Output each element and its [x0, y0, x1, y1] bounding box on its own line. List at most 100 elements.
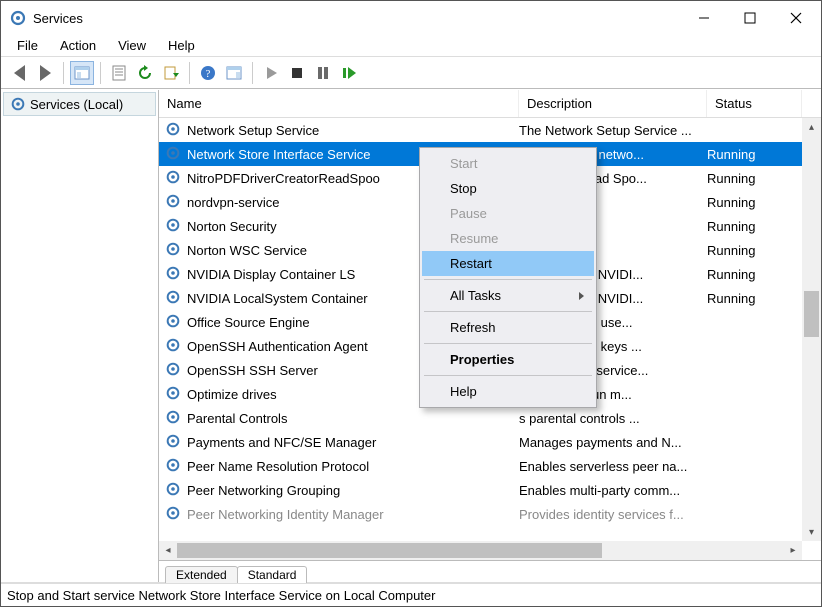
gear-icon: [165, 385, 183, 403]
context-menu-separator: [424, 343, 592, 344]
start-service-button[interactable]: [259, 61, 283, 85]
service-row[interactable]: Peer Networking Identity ManagerProvides…: [159, 502, 802, 526]
pause-icon: [315, 65, 331, 81]
service-row[interactable]: Payments and NFC/SE ManagerManages payme…: [159, 430, 802, 454]
scroll-up-button[interactable]: ▴: [802, 118, 821, 136]
vertical-scrollbar[interactable]: ▴ ▾: [802, 118, 821, 541]
gear-icon: [165, 457, 183, 475]
service-status: Running: [707, 267, 787, 282]
stop-icon: [289, 65, 305, 81]
service-row[interactable]: Peer Name Resolution ProtocolEnables ser…: [159, 454, 802, 478]
service-description: The Network Setup Service ...: [519, 123, 707, 138]
minimize-button[interactable]: [681, 3, 727, 33]
service-row[interactable]: Peer Networking GroupingEnables multi-pa…: [159, 478, 802, 502]
service-status: Running: [707, 243, 787, 258]
column-header-description[interactable]: Description: [519, 90, 707, 117]
service-row[interactable]: Parental Controlss parental controls ...: [159, 406, 802, 430]
tab-standard[interactable]: Standard: [237, 566, 308, 583]
refresh-icon: [137, 65, 153, 81]
scroll-thumb[interactable]: [804, 291, 819, 337]
gear-icon: [165, 193, 183, 211]
context-menu-item-pause: Pause: [422, 201, 594, 226]
tree-pane: Services (Local): [1, 90, 159, 582]
context-menu-item-stop[interactable]: Stop: [422, 176, 594, 201]
gear-icon: [9, 9, 27, 27]
play-icon: [263, 65, 279, 81]
service-status: Running: [707, 219, 787, 234]
context-menu-item-all-tasks[interactable]: All Tasks: [422, 283, 594, 308]
maximize-button[interactable]: [727, 3, 773, 33]
gear-icon: [165, 289, 183, 307]
scroll-track[interactable]: [802, 136, 821, 523]
gear-icon: [165, 505, 183, 523]
column-header-name[interactable]: Name: [159, 90, 519, 117]
titlebar: Services: [1, 1, 821, 35]
service-name: Network Setup Service: [187, 123, 519, 138]
export-list-button[interactable]: [159, 61, 183, 85]
services-window: Services File Action View Help: [0, 0, 822, 607]
help-button[interactable]: ?: [196, 61, 220, 85]
gear-icon: [165, 241, 183, 259]
service-name: Payments and NFC/SE Manager: [187, 435, 519, 450]
gear-icon: [10, 96, 26, 112]
context-menu-separator: [424, 311, 592, 312]
console-tree-icon: [74, 65, 90, 81]
statusbar: Stop and Start service Network Store Int…: [1, 582, 821, 606]
service-row[interactable]: Network Setup ServiceThe Network Setup S…: [159, 118, 802, 142]
service-description: Provides identity services f...: [519, 507, 707, 522]
context-menu-item-restart[interactable]: Restart: [422, 251, 594, 276]
close-button[interactable]: [773, 3, 819, 33]
chevron-right-icon: [579, 292, 584, 300]
export-list-icon: [163, 65, 179, 81]
gear-icon: [165, 481, 183, 499]
refresh-button[interactable]: [133, 61, 157, 85]
scroll-left-button[interactable]: ◂: [159, 545, 177, 556]
list-pane: Name Description Status Network Setup Se…: [159, 90, 821, 582]
service-status: Running: [707, 291, 787, 306]
menu-help[interactable]: Help: [158, 36, 207, 55]
tree-item-services-local[interactable]: Services (Local): [3, 92, 156, 116]
restart-service-button[interactable]: [337, 61, 361, 85]
scroll-down-button[interactable]: ▾: [802, 523, 821, 541]
gear-icon: [165, 169, 183, 187]
gear-icon: [165, 313, 183, 331]
service-name: Parental Controls: [187, 411, 519, 426]
pause-service-button[interactable]: [311, 61, 335, 85]
gear-icon: [165, 121, 183, 139]
menu-view[interactable]: View: [108, 36, 158, 55]
context-menu: StartStopPauseResumeRestartAll TasksRefr…: [419, 147, 597, 408]
gear-icon: [165, 433, 183, 451]
help-icon: ?: [200, 65, 216, 81]
toolbar-sep: [63, 62, 64, 84]
context-menu-item-properties[interactable]: Properties: [422, 347, 594, 372]
properties-button[interactable]: [107, 61, 131, 85]
show-hide-console-tree-button[interactable]: [70, 61, 94, 85]
service-status: Running: [707, 171, 787, 186]
hscroll-track[interactable]: [177, 541, 784, 560]
service-description: Enables serverless peer na...: [519, 459, 707, 474]
properties-icon: [111, 65, 127, 81]
context-menu-separator: [424, 279, 592, 280]
menu-action[interactable]: Action: [50, 36, 108, 55]
horizontal-scrollbar[interactable]: ◂ ▸: [159, 541, 802, 560]
scroll-right-button[interactable]: ▸: [784, 545, 802, 556]
back-button[interactable]: [7, 61, 31, 85]
hscroll-thumb[interactable]: [177, 543, 602, 558]
context-menu-item-help[interactable]: Help: [422, 379, 594, 404]
forward-button[interactable]: [33, 61, 57, 85]
tab-extended[interactable]: Extended: [165, 566, 238, 583]
gear-icon: [165, 145, 183, 163]
list-body: Network Setup ServiceThe Network Setup S…: [159, 118, 821, 541]
context-menu-item-resume: Resume: [422, 226, 594, 251]
service-description: Manages payments and N...: [519, 435, 707, 450]
service-status: Running: [707, 195, 787, 210]
stop-service-button[interactable]: [285, 61, 309, 85]
context-menu-item-refresh[interactable]: Refresh: [422, 315, 594, 340]
service-name: Peer Networking Grouping: [187, 483, 519, 498]
toolbar-sep: [252, 62, 253, 84]
list-header: Name Description Status: [159, 90, 821, 118]
column-header-status[interactable]: Status: [707, 90, 802, 117]
menu-file[interactable]: File: [7, 36, 50, 55]
show-hide-action-pane-button[interactable]: [222, 61, 246, 85]
menubar: File Action View Help: [1, 35, 821, 57]
